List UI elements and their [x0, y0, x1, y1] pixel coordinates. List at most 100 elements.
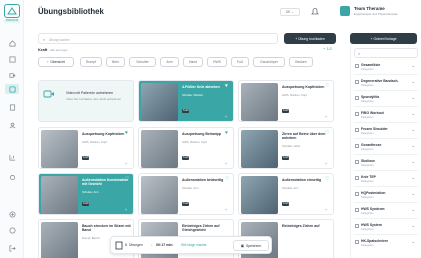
add-icon[interactable]: + — [325, 208, 327, 212]
checkbox[interactable] — [355, 176, 359, 180]
checkbox[interactable] — [355, 144, 359, 148]
chevron-down-icon[interactable]: ⌄ — [412, 207, 415, 212]
favorite-icon[interactable]: ♥ — [225, 130, 228, 136]
exercise-card[interactable]: Außenrotation Kombination mit Gewicht Sc… — [38, 173, 134, 215]
checkbox[interactable] — [355, 160, 359, 164]
category-item[interactable]: Frozen Shoulder Kategorien ⌄ — [354, 124, 418, 139]
chip-arm[interactable]: Arm — [160, 57, 179, 67]
duration-value: 00:17 min — [156, 243, 173, 247]
exercise-category-tag: Kraft — [182, 202, 190, 206]
checkbox[interactable] — [355, 112, 359, 116]
checkbox[interactable] — [355, 192, 359, 196]
add-icon[interactable]: + — [325, 162, 327, 166]
category-item[interactable]: Degenerative Bandsch. Kategorien ⌄ — [354, 76, 418, 91]
exercise-card[interactable]: Ausquetsung Beinwipp HWS, Rücken, Kopf K… — [138, 127, 234, 169]
checkbox[interactable] — [355, 208, 359, 212]
sidebar-settings-icon[interactable] — [7, 172, 17, 182]
favorite-icon[interactable]: ♡ — [325, 176, 329, 182]
team-subtitle: Ergotherapie und Physiotherapie — [354, 12, 398, 16]
exercise-tags: Schulter, Hüfte — [282, 144, 301, 148]
category-item[interactable]: Spondylitis Kategorien ⌄ — [354, 92, 418, 107]
add-icon[interactable]: + — [125, 162, 127, 166]
category-item[interactable]: Gesamtliste Kategorien ⌄ — [354, 60, 418, 75]
chevron-down-icon[interactable]: ⌄ — [412, 127, 415, 132]
chip-rumpf[interactable]: Rumpf — [80, 57, 102, 67]
exercise-card[interactable]: 4-Füßler Knie abheben Schulter, Rücken K… — [138, 80, 234, 122]
exercise-card[interactable]: Ausquetsung Kopfnicken HWS, Rücken, Kopf… — [238, 80, 334, 122]
add-icon[interactable]: + — [225, 115, 227, 119]
record-video-card[interactable]: Video mit Patient:in aufnehmen Video hie… — [38, 80, 134, 122]
chip-hand[interactable]: Hand — [183, 57, 203, 67]
favorite-icon[interactable]: ♡ — [325, 130, 329, 136]
chip-fuss[interactable]: Fuß — [231, 57, 249, 67]
exercise-thumbnail — [141, 83, 178, 121]
chevron-down-icon[interactable]: ⌄ — [412, 223, 415, 228]
chevron-down-icon[interactable]: ⌄ — [412, 159, 415, 164]
chip-hws[interactable]: HWS — [207, 57, 227, 67]
favorite-icon[interactable]: ♥ — [125, 130, 128, 136]
chevron-down-icon[interactable]: ⌄ — [412, 95, 415, 100]
add-icon[interactable]: + — [225, 208, 227, 212]
chevron-down-icon[interactable]: ⌄ — [412, 111, 415, 116]
sidebar-add-icon[interactable] — [7, 209, 17, 219]
favorite-icon[interactable]: ♡ — [325, 83, 329, 89]
duration-label[interactable]: Wie lange machst — [181, 243, 206, 247]
chevron-down-icon[interactable]: ⌄ — [412, 239, 415, 244]
favorite-icon[interactable]: ♡ — [125, 176, 129, 182]
search-input[interactable]: ⌕ Übung suchen — [38, 33, 278, 44]
favorite-icon[interactable]: ♡ — [225, 176, 229, 182]
chevron-down-icon[interactable]: ⌄ — [412, 191, 415, 196]
sidebar-video-icon[interactable] — [7, 70, 17, 80]
chevron-down-icon[interactable]: ⌄ — [412, 63, 415, 68]
exercise-card[interactable]: Zirren auf Beine über dem anheben Schult… — [238, 127, 334, 169]
exercise-card[interactable]: Außenrotation beidseitig Schulter, Arm K… — [138, 173, 234, 215]
exercise-card[interactable]: Ausquetsung Kopfnicken HWS, Rücken, Kopf… — [38, 127, 134, 169]
checkbox[interactable] — [355, 240, 359, 244]
chip-becken[interactable]: Becken — [289, 57, 313, 67]
sidebar-plans-icon[interactable] — [7, 54, 17, 64]
sidebar-clipboard-icon[interactable] — [7, 102, 17, 112]
favorite-icon[interactable]: ♥ — [225, 83, 228, 89]
upload-button[interactable]: + Übung hochladen — [284, 33, 336, 44]
chip-ganzkoerper[interactable]: Ganzkörper — [253, 57, 285, 67]
sidebar-logout-icon[interactable] — [7, 243, 17, 253]
category-item[interactable]: Gonarthrose Kategorien ⌄ — [354, 140, 418, 155]
new-template-button[interactable]: + Ordner/Vorlage — [350, 33, 417, 44]
chevron-down-icon: ⌄ — [291, 10, 295, 14]
add-icon[interactable]: + — [225, 162, 227, 166]
sidebar-patients-icon[interactable] — [7, 120, 17, 130]
add-icon[interactable]: + — [325, 115, 327, 119]
sidebar-home-icon[interactable] — [7, 38, 17, 48]
overview-button[interactable]: ‹ Übersicht — [38, 57, 74, 67]
category-item[interactable]: Skoliose Kategorien ⌄ — [354, 156, 418, 171]
language-select[interactable]: DE ⌄ — [280, 8, 300, 16]
category-item[interactable]: HWS Syndrom Kategorien ⌄ — [354, 204, 418, 219]
chip-schulter[interactable]: Schulter — [129, 57, 156, 67]
chevron-down-icon[interactable]: ⌄ — [412, 175, 415, 180]
chevron-down-icon[interactable]: ⌄ — [412, 79, 415, 84]
checkbox[interactable] — [355, 128, 359, 132]
record-video-title: Video mit Patient:in aufnehmen — [66, 91, 114, 95]
checkbox[interactable] — [355, 64, 359, 68]
app-logo[interactable] — [4, 4, 20, 18]
sidebar-chart-icon[interactable] — [7, 152, 17, 162]
chevron-down-icon[interactable]: ⌄ — [412, 143, 415, 148]
category-item[interactable]: HQPostmistion Kategorien ⌄ — [354, 188, 418, 203]
exercise-card[interactable]: Außenrotation einseitig Schulter, Arm Kr… — [238, 173, 334, 215]
sidebar-help-icon[interactable] — [7, 225, 17, 235]
checkbox[interactable] — [355, 224, 359, 228]
chip-bein[interactable]: Bein — [106, 57, 125, 67]
category-item[interactable]: HK-Spatscheiere Kategorien ⌄ — [354, 236, 418, 251]
checkbox[interactable] — [355, 96, 359, 100]
save-button[interactable]: ▣ Speichern — [233, 240, 269, 251]
category-item[interactable]: Knie TEP Kategorien ⌄ — [354, 172, 418, 187]
filter-add-link[interactable]: + 1/2 — [323, 46, 332, 51]
add-icon[interactable]: + — [125, 208, 127, 212]
category-item[interactable]: HWS System Kategorien ⌄ — [354, 220, 418, 235]
team-avatar[interactable] — [340, 6, 350, 16]
category-search-input[interactable]: ⌕ — [354, 48, 418, 58]
checkbox[interactable] — [355, 80, 359, 84]
sidebar-library-icon[interactable] — [5, 84, 19, 94]
bell-icon[interactable] — [311, 7, 320, 17]
category-item[interactable]: FIBO Workout Kategorien ⌄ — [354, 108, 418, 123]
